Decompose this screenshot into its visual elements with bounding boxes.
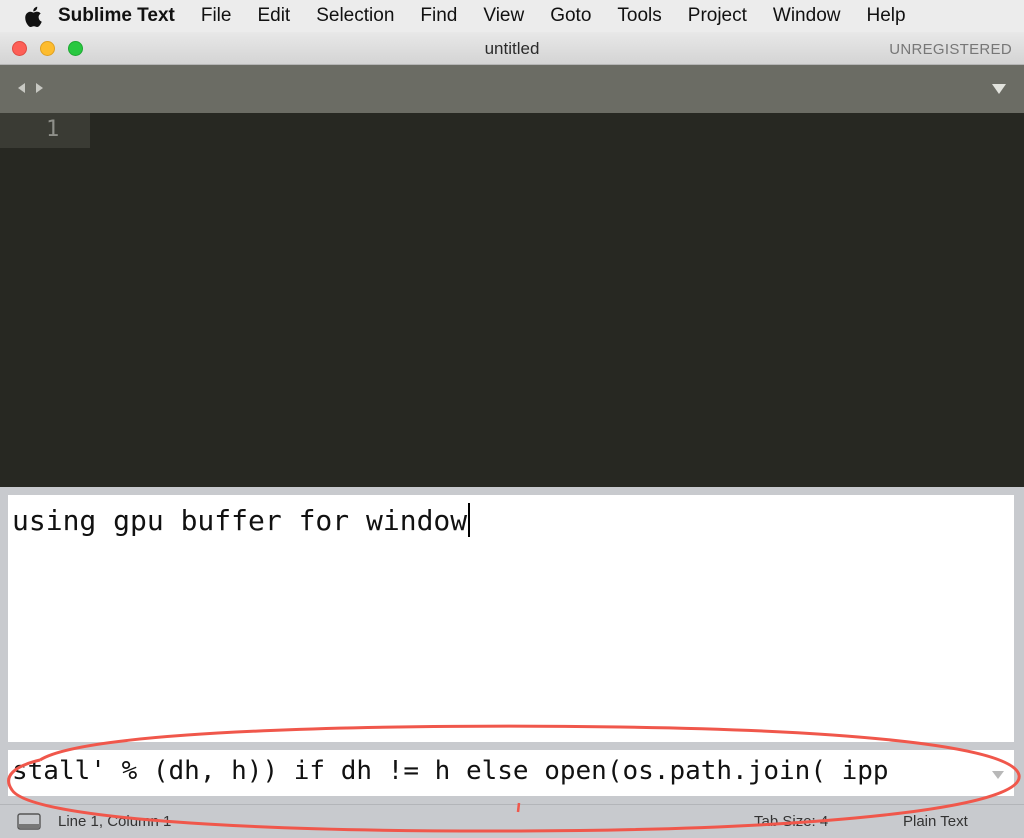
app-name-menu[interactable]: Sublime Text bbox=[58, 5, 175, 27]
status-bar: Line 1, Column 1 Tab Size: 4 Plain Text bbox=[0, 804, 1024, 838]
console-output[interactable]: using gpu buffer for window bbox=[8, 495, 1014, 742]
text-cursor bbox=[468, 503, 471, 537]
next-tab-icon[interactable] bbox=[33, 79, 46, 97]
menu-goto[interactable]: Goto bbox=[550, 5, 591, 27]
title-bar[interactable]: untitled UNREGISTERED bbox=[0, 32, 1024, 65]
menu-selection[interactable]: Selection bbox=[316, 5, 394, 27]
menu-view[interactable]: View bbox=[483, 5, 524, 27]
gutter-current-line: 1 bbox=[0, 113, 90, 148]
tab-list-dropdown-icon[interactable] bbox=[992, 82, 1006, 100]
console-history-dropdown-icon[interactable] bbox=[992, 767, 1004, 785]
menu-help[interactable]: Help bbox=[866, 5, 905, 27]
line-number: 1 bbox=[46, 117, 60, 142]
console-panel: using gpu buffer for window stall' % (dh… bbox=[0, 487, 1024, 838]
menu-tools[interactable]: Tools bbox=[617, 5, 661, 27]
apple-logo-icon[interactable] bbox=[0, 6, 58, 27]
unregistered-label: UNREGISTERED bbox=[889, 41, 1012, 58]
menu-project[interactable]: Project bbox=[688, 5, 747, 27]
syntax-selector[interactable]: Plain Text bbox=[903, 813, 968, 830]
panel-toggle-icon[interactable] bbox=[17, 813, 41, 834]
console-output-text: using gpu buffer for window bbox=[12, 504, 468, 537]
code-editor[interactable]: 1 bbox=[0, 113, 1024, 487]
menu-edit[interactable]: Edit bbox=[257, 5, 290, 27]
menu-bar: Sublime Text File Edit Selection Find Vi… bbox=[0, 0, 1024, 32]
menu-file[interactable]: File bbox=[201, 5, 232, 27]
tab-nav-arrows bbox=[14, 79, 46, 97]
cursor-position: Line 1, Column 1 bbox=[58, 813, 172, 830]
console-input[interactable]: stall' % (dh, h)) if dh != h else open(o… bbox=[8, 750, 1014, 796]
tab-size-selector[interactable]: Tab Size: 4 bbox=[754, 813, 828, 830]
menu-find[interactable]: Find bbox=[420, 5, 457, 27]
console-input-text[interactable]: stall' % (dh, h)) if dh != h else open(o… bbox=[12, 756, 889, 786]
previous-tab-icon[interactable] bbox=[14, 79, 27, 97]
menu-window[interactable]: Window bbox=[773, 5, 841, 27]
window-title: untitled bbox=[484, 39, 540, 58]
console-output-line: using gpu buffer for window bbox=[12, 503, 471, 537]
editor-window: untitled UNREGISTERED 1 using gpu buffer… bbox=[0, 32, 1024, 838]
tab-bar bbox=[0, 65, 1024, 113]
